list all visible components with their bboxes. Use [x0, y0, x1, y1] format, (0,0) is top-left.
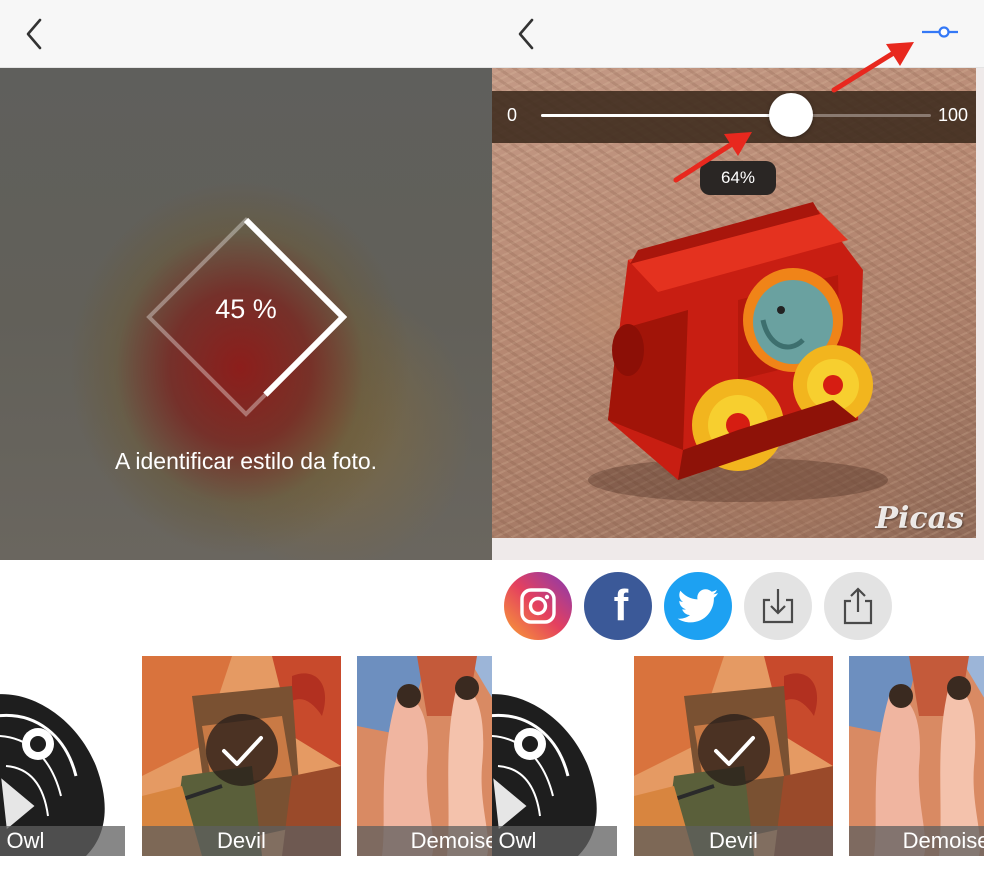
- checkmark-icon: [714, 736, 755, 766]
- style-tile-owl[interactable]: Owl: [492, 656, 617, 856]
- progress-percentage: 45 %: [215, 294, 277, 324]
- facebook-share-button[interactable]: f: [584, 572, 652, 640]
- navigation-bar: [0, 0, 492, 68]
- slider-adjust-icon: [922, 26, 958, 38]
- style-label: Devil: [142, 826, 341, 856]
- processing-screen: 45 % A identificar estilo da foto. Owl D…: [0, 0, 492, 874]
- status-message: A identificar estilo da foto.: [114, 448, 378, 474]
- download-button[interactable]: [744, 572, 812, 640]
- share-button[interactable]: [824, 572, 892, 640]
- intensity-slider-track[interactable]: [541, 93, 931, 137]
- download-icon: [762, 589, 794, 624]
- back-button[interactable]: [20, 14, 52, 54]
- processing-preview: 45 % A identificar estilo da foto.: [0, 68, 492, 560]
- twitter-bird-icon: [677, 589, 718, 623]
- toy-train-artwork: [588, 202, 888, 502]
- chevron-left-icon: [26, 18, 42, 50]
- style-label: Owl: [0, 826, 125, 856]
- red-arrow-annotation-icon: [673, 132, 752, 183]
- style-label: Owl: [492, 826, 617, 856]
- facebook-icon: f: [613, 581, 629, 630]
- style-tile-demoisel[interactable]: Demoisel: [849, 656, 984, 856]
- style-label: Demoisel: [357, 826, 492, 856]
- style-carousel[interactable]: Owl Devil Demoise: [0, 656, 492, 856]
- instagram-icon: [520, 588, 556, 624]
- app-watermark: Picas: [875, 501, 964, 536]
- selected-style-indicator: [206, 714, 278, 786]
- slider-max-label: 100: [937, 105, 968, 125]
- style-tile-devil[interactable]: Devil: [634, 656, 833, 856]
- style-tile-demoisel[interactable]: Demoisel: [357, 656, 492, 856]
- style-carousel[interactable]: Owl Devil Demoise: [492, 656, 984, 856]
- intensity-slider-fill: [541, 114, 791, 117]
- share-icon: [843, 587, 873, 625]
- chevron-left-icon: [518, 18, 534, 50]
- result-screen: Picas 0 100 64% f Owl Devil Demoise: [492, 0, 984, 874]
- twitter-share-button[interactable]: [664, 572, 732, 640]
- selected-style-indicator: [698, 714, 770, 786]
- back-button[interactable]: [512, 14, 544, 54]
- style-label: Devil: [634, 826, 833, 856]
- red-arrow-annotation-icon: [831, 42, 914, 93]
- style-tile-devil[interactable]: Devil: [142, 656, 341, 856]
- instagram-share-button[interactable]: [504, 572, 572, 640]
- checkmark-icon: [222, 736, 263, 766]
- style-label: Demoisel: [849, 826, 984, 856]
- intensity-slider-thumb[interactable]: [768, 93, 813, 137]
- slider-min-label: 0: [507, 105, 518, 125]
- style-tile-owl[interactable]: Owl: [0, 656, 125, 856]
- adjust-intensity-button[interactable]: [918, 18, 962, 50]
